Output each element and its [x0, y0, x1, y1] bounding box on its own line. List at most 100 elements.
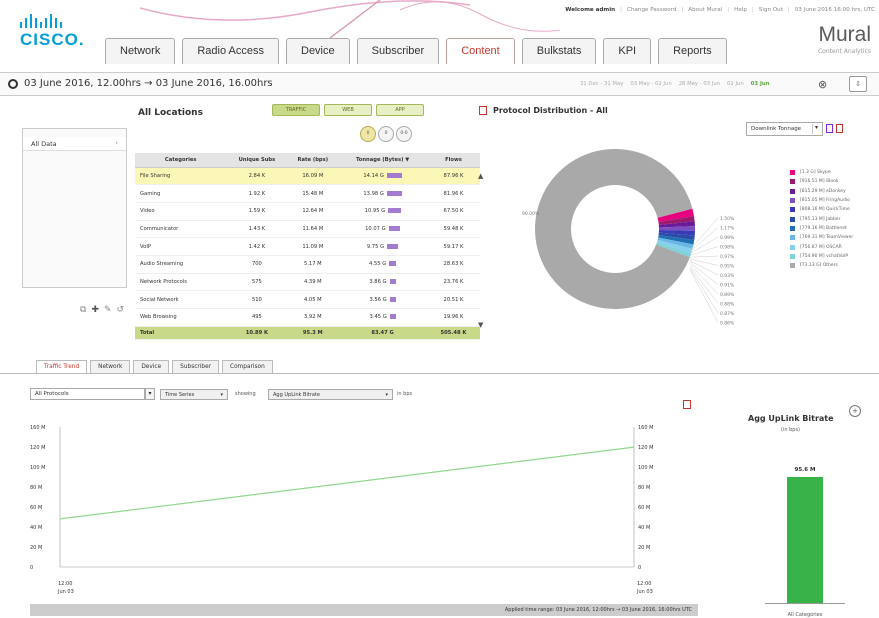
- edit-icon[interactable]: ✎: [104, 305, 112, 315]
- total-cell: Total: [135, 326, 227, 340]
- zoom-icon[interactable]: +: [849, 405, 861, 417]
- quick-date-1[interactable]: 03 May - 02 Jun: [630, 81, 671, 87]
- table-row[interactable]: Gaming 1.92 K 15.48 M 13.98 G 81.96 K: [135, 184, 480, 203]
- col-tonnage[interactable]: Tonnage (Bytes) ▼: [338, 153, 427, 168]
- agg-bar[interactable]: [787, 476, 823, 604]
- y-tick-left: 60 M: [30, 505, 42, 511]
- col-flows[interactable]: Flows: [426, 153, 480, 168]
- protocol-dropdown-arrow[interactable]: ▾: [145, 388, 155, 400]
- x-start-date: Jun 03: [57, 589, 74, 595]
- table-row[interactable]: File Sharing 2.84 K 16.09 M 14.14 G 87.96 K: [135, 167, 480, 186]
- export-icon[interactable]: ⇩: [849, 76, 867, 92]
- quick-date-3[interactable]: 02 Jun: [727, 81, 744, 87]
- slice-leader-line: [689, 266, 719, 304]
- copy-icon[interactable]: ⧉: [80, 305, 86, 315]
- slice-leader-line: [689, 255, 719, 258]
- col-rate[interactable]: Rate (bps): [287, 153, 339, 168]
- quick-date-4[interactable]: 03 Jun: [751, 81, 770, 87]
- table-row[interactable]: Communicator 1.43 K 11.64 M 10.07 G 59.48 K: [135, 220, 480, 239]
- table-row[interactable]: VoIP 1.42 K 11.09 M 9.75 G 59.17 K: [135, 237, 480, 256]
- cisco-logo[interactable]: CISCO.: [20, 14, 90, 50]
- table-cell: 9.75 G: [338, 237, 427, 256]
- table-cell: 1.59 K: [226, 202, 288, 221]
- table-cell: 3.86 G: [338, 273, 427, 292]
- col-unique-subs[interactable]: Unique Subs: [226, 153, 288, 168]
- toggle-traffic[interactable]: TRAFFIC: [272, 104, 320, 116]
- y-tick-left: 20 M: [30, 545, 42, 551]
- legend-item[interactable]: [756.87 M] OSCAR: [790, 242, 853, 251]
- left-item-all-data[interactable]: All Data ›: [23, 137, 126, 151]
- scroll-down-icon[interactable]: ▼: [478, 321, 483, 329]
- col-categories[interactable]: Categories: [135, 153, 227, 168]
- table-cell: Social Network: [135, 290, 227, 309]
- table-total-row: Total 10.89 K 95.3 M 83.47 G 505.48 K: [135, 326, 480, 340]
- table-row[interactable]: Web Browsing 495 3.92 M 3.45 G 19.96 K: [135, 308, 480, 327]
- undo-icon[interactable]: ↺: [117, 305, 125, 315]
- legend-label: [756.87 M] OSCAR: [800, 244, 842, 250]
- add-icon[interactable]: ✚: [91, 305, 99, 315]
- tab-reports[interactable]: Reports: [658, 38, 727, 64]
- legend-label: [815.05 M] FringAudio: [800, 198, 850, 204]
- legend-swatch: [790, 207, 795, 213]
- table-cell: 59.17 K: [426, 237, 480, 256]
- toggle-web[interactable]: WEB: [324, 104, 372, 116]
- metric-select[interactable]: Agg UpLink Bitrate ▾: [268, 389, 393, 400]
- tab-bottom-subscriber[interactable]: Subscriber: [172, 360, 220, 373]
- level-button-3[interactable]: 0-0: [396, 126, 412, 142]
- legend-item[interactable]: [1.3 G] Skype: [790, 168, 853, 177]
- tab-bottom-network[interactable]: Network: [90, 360, 131, 373]
- table-cell: 12.64 M: [287, 202, 339, 221]
- about-link[interactable]: About Mural: [688, 7, 722, 13]
- legend-item[interactable]: [808.16 M] QuickTime: [790, 205, 853, 214]
- table-row[interactable]: Network Protocols 575 4.39 M 3.86 G 23.76 K: [135, 273, 480, 292]
- y-tick-left: 100 M: [30, 465, 45, 471]
- legend-item[interactable]: [916.51 M] iBook: [790, 177, 853, 186]
- table-cell: 19.96 K: [426, 308, 480, 327]
- table-cell: 14.14 G: [338, 167, 427, 186]
- scroll-up-icon[interactable]: ▲: [478, 172, 483, 180]
- level-button-1[interactable]: 0: [360, 126, 376, 142]
- pie-chart-icon[interactable]: [836, 124, 843, 133]
- change-password-link[interactable]: Change Password: [627, 7, 676, 13]
- tab-device[interactable]: Device: [286, 38, 350, 64]
- sign-out-link[interactable]: Sign Out: [759, 7, 783, 13]
- mode-select[interactable]: Time Series ▾: [160, 389, 228, 400]
- protocol-select[interactable]: All Protocols: [30, 388, 145, 400]
- total-cell: 83.47 G: [338, 326, 427, 340]
- chart-type-icon[interactable]: [479, 106, 487, 115]
- tab-subscriber[interactable]: Subscriber: [356, 38, 440, 64]
- table-row[interactable]: Audio Streaming 700 5.17 M 4.55 G 28.63 K: [135, 255, 480, 274]
- table-cell: Communicator: [135, 220, 227, 239]
- tonnage-bar: [389, 278, 396, 284]
- date-range[interactable]: 03 June 2016, 12.00hrs → 03 June 2016, 1…: [24, 78, 273, 89]
- refresh-icon[interactable]: ⊗: [818, 78, 827, 91]
- tab-network[interactable]: Network: [105, 38, 176, 64]
- toggle-app[interactable]: APP: [376, 104, 424, 116]
- table-cell: 81.96 K: [426, 184, 480, 203]
- help-link[interactable]: Help: [734, 7, 747, 13]
- legend-item[interactable]: [815.29 M] eDonkey: [790, 187, 853, 196]
- legend-item[interactable]: [779.16 M] Battlenet: [790, 224, 853, 233]
- legend-item[interactable]: [754.90 M] vchatVoIP: [790, 252, 853, 261]
- bar-chart-icon[interactable]: [826, 124, 833, 133]
- tab-traffic-trend[interactable]: Traffic Trend: [36, 360, 88, 373]
- legend-item[interactable]: [815.05 M] FringAudio: [790, 196, 853, 205]
- table-row[interactable]: Social Network 510 4.05 M 3.56 G 20.51 K: [135, 290, 480, 309]
- tab-bottom-device[interactable]: Device: [133, 360, 170, 373]
- legend-item[interactable]: [769.31 M] TeamViewer: [790, 233, 853, 242]
- tab-comparison[interactable]: Comparison: [222, 360, 273, 373]
- tonnage-bar: [388, 208, 401, 214]
- tab-content[interactable]: Content: [446, 38, 515, 64]
- table-row[interactable]: Video 1.59 K 12.64 M 10.95 G 67.50 K: [135, 202, 480, 221]
- tab-bulkstats[interactable]: Bulkstats: [521, 38, 597, 64]
- quick-date-2[interactable]: 28 May - 03 Jun: [679, 81, 720, 87]
- tab-radio-access[interactable]: Radio Access: [182, 38, 279, 64]
- tab-kpi[interactable]: KPI: [603, 38, 652, 64]
- quick-date-0[interactable]: 31 Dec - 31 May: [580, 81, 623, 87]
- level-button-2[interactable]: 0: [378, 126, 394, 142]
- x-start-time: 12:00: [58, 581, 72, 587]
- slice-label: 0.87%: [720, 311, 735, 317]
- export-chart-icon[interactable]: [683, 400, 691, 409]
- legend-item[interactable]: [73.13 G] Others: [790, 261, 853, 270]
- legend-item[interactable]: [795.13 M] Jabber: [790, 214, 853, 223]
